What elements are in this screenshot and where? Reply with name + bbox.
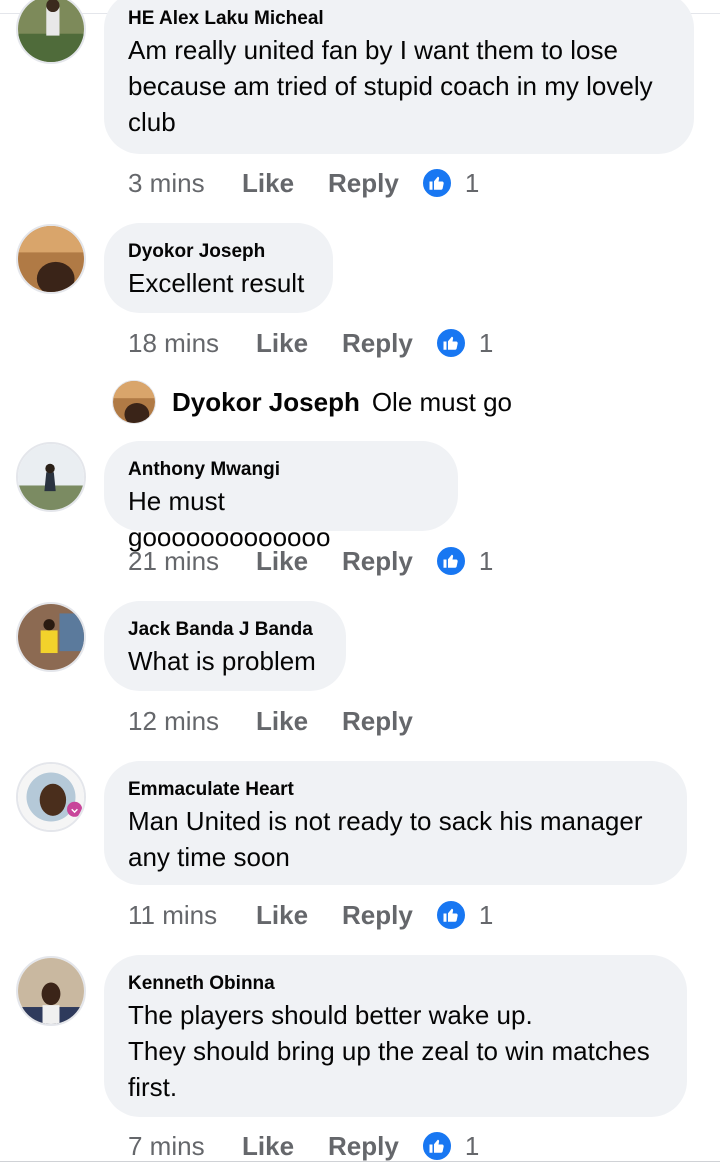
comment-text: Excellent result [128,268,305,298]
reaction-summary[interactable]: 1 [434,327,494,359]
reply-text: Ole must go [371,386,512,417]
reply-author: Dyokor Joseph [172,386,360,417]
reaction-count: 1 [478,327,494,358]
avatar-emmaculate[interactable] [16,762,86,832]
comment-bubble: Dyokor Joseph Excellent result [104,223,333,313]
comment-bubble: HE Alex Laku Micheal Am really united fa… [104,0,694,154]
reaction-summary[interactable]: 1 [420,1130,480,1162]
comment-text: Man United is not ready to sack his mana… [128,806,643,872]
thumbs-up-icon [434,545,467,577]
avatar-alex[interactable] [16,0,86,64]
comment-time: 18 mins [128,327,220,358]
thumbs-up-icon [434,899,467,931]
comment-text: What is problem [128,646,316,676]
comment-time: 21 mins [128,545,220,576]
reply-button[interactable]: Reply [342,900,413,931]
comment-author[interactable]: HE Alex Laku Micheal [128,8,670,30]
like-button[interactable]: Like [256,900,308,931]
reply-button[interactable]: Reply [342,546,413,577]
reaction-count: 1 [464,167,480,198]
comment-time: 3 mins [128,167,205,198]
thumbs-up-icon [420,1130,453,1162]
reaction-count: 1 [464,1130,480,1161]
reply-avatar [112,380,156,424]
comment-text: Am really united fan by I want them to l… [128,35,653,137]
comment-author[interactable]: Emmaculate Heart [128,779,663,801]
like-button[interactable]: Like [256,706,308,737]
comment-author[interactable]: Kenneth Obinna [128,973,663,995]
thumbs-up-icon [434,327,467,359]
comment-actions: 12 mins Like Reply [128,703,413,739]
avatar-jack[interactable] [16,602,86,672]
comment-bubble: Jack Banda J Banda What is problem [104,601,346,691]
avatar-dyokor[interactable] [16,224,86,294]
like-button[interactable]: Like [242,168,294,199]
reply-button[interactable]: Reply [328,1131,399,1162]
reply-button[interactable]: Reply [342,706,413,737]
comment-actions: 18 mins Like Reply 1 [128,325,493,361]
like-button[interactable]: Like [256,546,308,577]
reaction-count: 1 [478,899,494,930]
avatar-kenneth[interactable] [16,956,86,1026]
thumbs-up-icon [420,167,453,199]
comment-actions: 3 mins Like Reply 1 [128,165,479,201]
comment-time: 11 mins [128,899,218,930]
reply-button[interactable]: Reply [342,328,413,359]
comment-bubble: Anthony Mwangi He must gooooooooooooo [104,441,458,552]
bottom-divider [0,1161,720,1162]
comment-time: 7 mins [128,1130,205,1161]
comment-author[interactable]: Anthony Mwangi [128,459,434,481]
reply-preview[interactable]: Dyokor Joseph Ole must go [112,380,512,424]
reply-button[interactable]: Reply [328,168,399,199]
comment-bubble: Emmaculate Heart Man United is not ready… [104,761,687,885]
comment-actions: 7 mins Like Reply 1 [128,1128,479,1164]
reaction-summary[interactable]: 1 [434,899,494,931]
reaction-count: 1 [478,545,494,576]
reaction-summary[interactable]: 1 [434,545,494,577]
comment-text: The players should better wake up. They … [128,1000,650,1102]
comment-actions: 11 mins Like Reply 1 [128,897,493,933]
comment-author[interactable]: Jack Banda J Banda [128,619,322,641]
like-button[interactable]: Like [242,1131,294,1162]
like-button[interactable]: Like [256,328,308,359]
comment-bubble: Kenneth Obinna The players should better… [104,955,687,1117]
comment-actions: 21 mins Like Reply 1 [128,543,493,579]
comment-time: 12 mins [128,705,220,736]
avatar-anthony[interactable] [16,442,86,512]
comment-author[interactable]: Dyokor Joseph [128,241,309,263]
reaction-summary[interactable]: 1 [420,167,480,199]
